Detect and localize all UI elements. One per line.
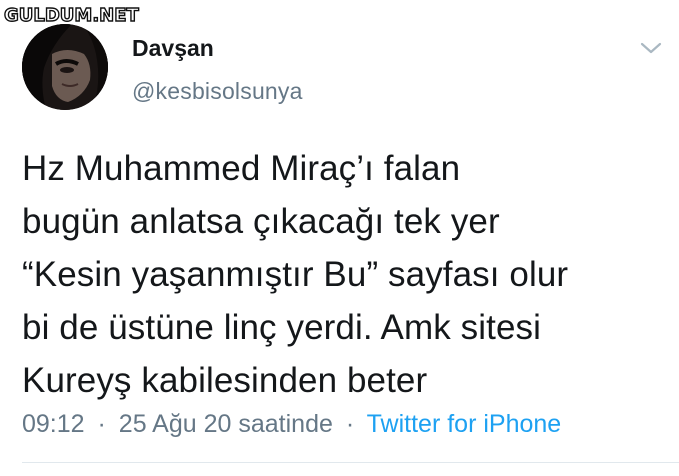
divider	[22, 462, 679, 463]
author-handle[interactable]: @kesbisolsunya	[132, 77, 303, 105]
tweet-time[interactable]: 09:12	[22, 410, 85, 438]
tweet-line: “Kesin yaşanmıştır Bu” sayfası olur	[22, 255, 569, 294]
tweet-line: Hz Muhammed Miraç’ı falan	[22, 149, 461, 188]
tweet-line: bugün anlatsa çıkacağı tek yer	[22, 202, 500, 241]
meta-separator: ·	[345, 410, 355, 438]
tweet-source-link[interactable]: Twitter for iPhone	[367, 410, 562, 438]
tweet-meta: 09:12 · 25 Ağu 20 saatinde · Twitter for…	[22, 408, 561, 440]
meta-separator: ·	[97, 410, 106, 438]
chevron-down-icon[interactable]	[638, 38, 664, 58]
tweet-card: GULDUM.NET Davşan @kesbisolsunya Hz Muha…	[0, 0, 679, 476]
avatar-photo	[22, 24, 108, 110]
author-name[interactable]: Davşan	[132, 34, 214, 62]
tweet-line: Kureyş kabilesinden beter	[22, 361, 428, 400]
watermark-logo: GULDUM.NET	[3, 5, 139, 26]
avatar[interactable]	[22, 24, 108, 110]
tweet-line: bi de üstüne linç yerdi. Amk sitesi	[22, 308, 542, 347]
tweet-text: Hz Muhammed Miraç’ı falan bugün anlatsa …	[22, 142, 672, 407]
tweet-date[interactable]: 25 Ağu 20 saatinde	[119, 410, 333, 438]
